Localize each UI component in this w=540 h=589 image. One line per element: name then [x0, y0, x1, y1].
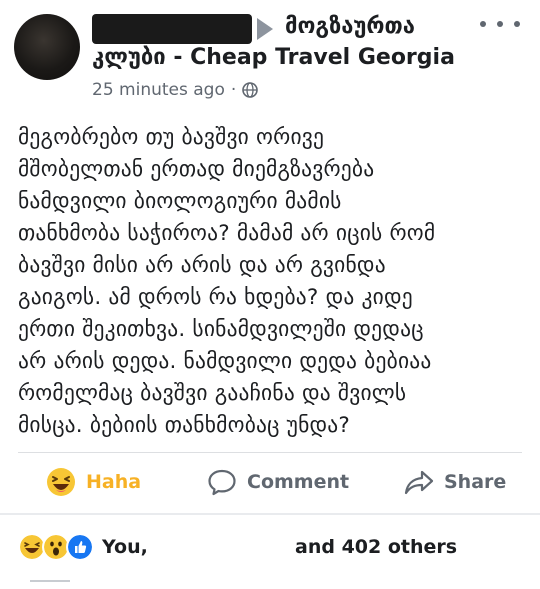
- comment-button[interactable]: Comment: [207, 460, 349, 504]
- post-body: მეგობრებო თუ ბავშვი ორივე მშობელთან ერთა…: [18, 122, 530, 442]
- post-body-line: მისცა. ბებიის თანხმობაც უნდა?: [18, 413, 351, 438]
- post-meta: 25 minutes ago ·: [92, 80, 259, 100]
- more-options-icon[interactable]: [480, 12, 520, 36]
- next-item-hint: [30, 580, 70, 582]
- share-button[interactable]: Share: [404, 460, 506, 504]
- reaction-icons: [18, 533, 94, 561]
- author-avatar[interactable]: [14, 14, 80, 80]
- like-reaction-icon: [66, 533, 94, 561]
- reactions-others-label[interactable]: and 402 others: [295, 530, 457, 564]
- post-timestamp[interactable]: 25 minutes ago: [92, 80, 225, 100]
- author-name-redacted[interactable]: [92, 14, 252, 44]
- post-body-line: გაიგოს. ამ დროს რა ხდება? და კიდე: [18, 285, 413, 310]
- shared-to-arrow-icon: [257, 18, 273, 40]
- haha-emoji-icon: [47, 468, 75, 496]
- post-body-line: ერთი შეკითხვა. სინამდვილეში დედაც: [18, 317, 424, 342]
- reactions-you-label: You,: [102, 536, 148, 558]
- post-body-line: თანხმობა საჭიროა? მამამ არ იცის რომ: [18, 221, 436, 246]
- post-header: მოგზაურთა კლუბი - Cheap Travel Georgia 2…: [0, 0, 540, 110]
- post-body-line: ნამდვილი ბიოლოგიური მამის: [18, 189, 342, 214]
- haha-button[interactable]: Haha: [46, 460, 141, 504]
- reactions-divider: [0, 513, 540, 515]
- haha-label: Haha: [86, 471, 142, 493]
- post-actions-bar: Haha Comment Share: [0, 460, 540, 504]
- post-body-line: არ არის დედა. ნამდვილი დედა ბებიაა: [18, 349, 432, 374]
- post-body-line: მშობელთან ერთად მიემგზავრება: [18, 157, 375, 182]
- reactions-summary[interactable]: You,: [18, 530, 148, 564]
- globe-icon[interactable]: [242, 82, 259, 98]
- post-body-line: ბავშვი მისი არ არის და არ გვინდა: [18, 253, 386, 278]
- comment-label: Comment: [247, 471, 350, 493]
- post-body-line: მეგობრებო თუ ბავშვი ორივე: [18, 125, 325, 150]
- group-name-line1[interactable]: მოგზაურთა: [285, 14, 415, 39]
- share-label: Share: [444, 471, 507, 493]
- actions-divider: [18, 452, 522, 453]
- meta-separator: ·: [230, 80, 237, 100]
- comment-icon: [208, 469, 236, 496]
- group-name-line2[interactable]: კლუბი - Cheap Travel Georgia: [92, 45, 455, 70]
- share-icon: [404, 470, 434, 495]
- post-body-line: რომელმაც ბავშვი გააჩინა და შვილს: [18, 381, 407, 406]
